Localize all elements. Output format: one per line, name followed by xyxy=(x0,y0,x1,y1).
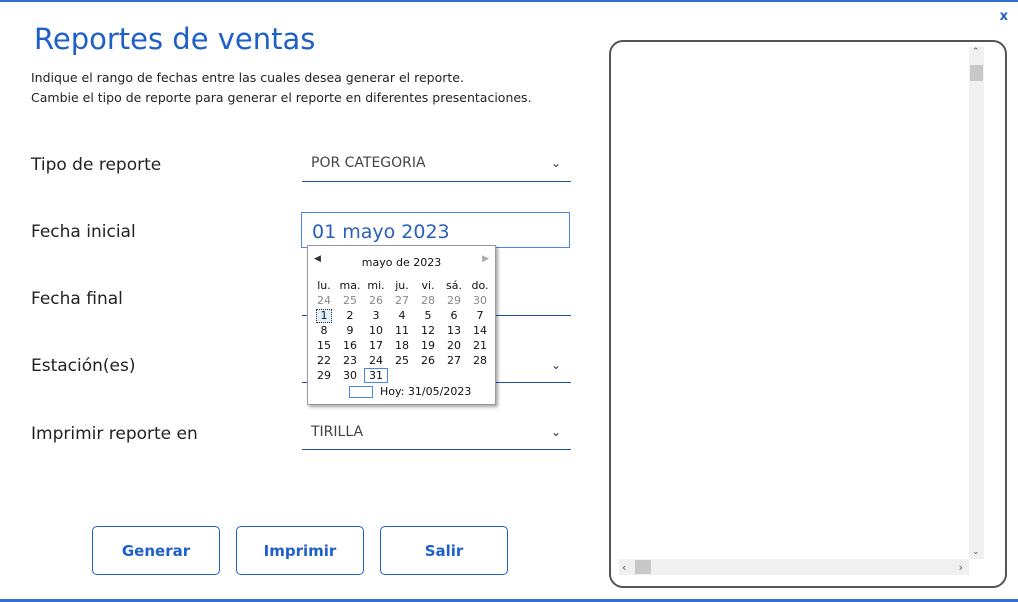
chevron-down-icon: ⌄ xyxy=(550,156,561,170)
weekday-label: ma. xyxy=(339,279,361,292)
calendar-week: 22 23 24 25 26 27 28 xyxy=(311,353,493,368)
calendar-day[interactable]: 5 xyxy=(415,308,441,323)
calendar-day[interactable]: 6 xyxy=(441,308,467,323)
calendar-day[interactable]: 8 xyxy=(311,323,337,338)
fecha-final-label: Fecha final xyxy=(31,289,123,309)
calendar-day[interactable]: 29 xyxy=(441,293,467,308)
calendar-day[interactable]: 28 xyxy=(415,293,441,308)
calendar-day-today[interactable]: 31 xyxy=(363,368,389,383)
calendar-day[interactable]: 3 xyxy=(363,308,389,323)
calendar-grid: lu. ma. mi. ju. vi. sá. do. 24 25 26 27 … xyxy=(311,278,493,383)
calendar-day[interactable]: 18 xyxy=(389,338,415,353)
fecha-inicial-label: Fecha inicial xyxy=(31,222,136,242)
calendar-day[interactable]: 15 xyxy=(311,338,337,353)
weekday-label: sá. xyxy=(446,279,462,292)
calendar-day[interactable]: 27 xyxy=(389,293,415,308)
chevron-down-icon: ⌄ xyxy=(550,425,561,439)
scroll-left-icon[interactable]: ‹ xyxy=(622,561,626,574)
chevron-down-icon: ⌄ xyxy=(550,358,561,372)
calendar-day-selected[interactable]: 1 xyxy=(311,308,337,323)
top-border xyxy=(0,0,1018,2)
calendar-day[interactable]: 2 xyxy=(337,308,363,323)
tipo-reporte-label: Tipo de reporte xyxy=(31,155,162,175)
weekday-label: vi. xyxy=(421,279,435,292)
estacion-label: Estación(es) xyxy=(31,356,136,376)
calendar-day[interactable]: 30 xyxy=(337,368,363,383)
today-marker-icon xyxy=(349,385,373,398)
calendar-day[interactable]: 27 xyxy=(441,353,467,368)
report-preview-panel xyxy=(609,40,1007,588)
calendar-month-label: mayo de 2023 xyxy=(361,256,442,269)
horizontal-scrollbar[interactable]: ‹ › xyxy=(619,559,969,575)
weekday-label: mi. xyxy=(367,279,385,292)
fecha-inicial-input[interactable]: 01 mayo 2023 xyxy=(301,212,570,248)
calendar-day[interactable]: 9 xyxy=(337,323,363,338)
calendar-day[interactable]: 22 xyxy=(311,353,337,368)
calendar-day[interactable]: 13 xyxy=(441,323,467,338)
calendar-day[interactable]: 25 xyxy=(389,353,415,368)
calendar-day[interactable]: 29 xyxy=(311,368,337,383)
imprimir-value: TIRILLA xyxy=(311,424,364,440)
calendar-weekday-row: lu. ma. mi. ju. vi. sá. do. xyxy=(311,278,493,293)
fecha-inicial-value: 01 mayo 2023 xyxy=(312,221,450,243)
calendar-day[interactable]: 17 xyxy=(363,338,389,353)
calendar-week: 8 9 10 11 12 13 14 xyxy=(311,323,493,338)
calendar-day[interactable]: 26 xyxy=(363,293,389,308)
calendar-day xyxy=(389,368,415,383)
page-title: Reportes de ventas xyxy=(34,22,316,56)
calendar-day[interactable]: 4 xyxy=(389,308,415,323)
calendar-day[interactable]: 7 xyxy=(467,308,493,323)
calendar-week: 1 2 3 4 5 6 7 xyxy=(311,308,493,323)
calendar-day[interactable]: 11 xyxy=(389,323,415,338)
calendar-day[interactable]: 28 xyxy=(467,353,493,368)
horizontal-scroll-thumb[interactable] xyxy=(635,560,651,574)
calendar-today-link[interactable]: Hoy: 31/05/2023 xyxy=(349,385,471,398)
calendar-day xyxy=(467,368,493,383)
scroll-right-icon[interactable]: › xyxy=(959,561,963,574)
tipo-reporte-select[interactable]: POR CATEGORIA ⌄ xyxy=(302,150,571,182)
imprimir-button[interactable]: Imprimir xyxy=(236,526,364,575)
calendar-day[interactable]: 14 xyxy=(467,323,493,338)
calendar-day[interactable]: 30 xyxy=(467,293,493,308)
calendar-day[interactable]: 26 xyxy=(415,353,441,368)
scroll-up-icon[interactable]: ⌃ xyxy=(972,47,980,57)
calendar-day[interactable]: 19 xyxy=(415,338,441,353)
calendar-day[interactable]: 20 xyxy=(441,338,467,353)
weekday-label: do. xyxy=(471,279,489,292)
vertical-scrollbar[interactable]: ⌃ ⌄ xyxy=(969,47,984,559)
calendar-today-label: Hoy: 31/05/2023 xyxy=(380,385,472,398)
instruction-text-1: Indique el rango de fechas entre las cua… xyxy=(31,70,464,85)
calendar-week: 15 16 17 18 19 20 21 xyxy=(311,338,493,353)
calendar-day[interactable]: 24 xyxy=(311,293,337,308)
vertical-scroll-thumb[interactable] xyxy=(970,65,983,81)
calendar-day[interactable]: 24 xyxy=(363,353,389,368)
imprimir-select[interactable]: TIRILLA ⌄ xyxy=(302,419,571,450)
weekday-label: lu. xyxy=(317,279,331,292)
salir-button[interactable]: Salir xyxy=(380,526,508,575)
calendar-day[interactable]: 16 xyxy=(337,338,363,353)
calendar-day xyxy=(441,368,467,383)
close-button[interactable]: x xyxy=(1000,9,1008,24)
instruction-text-2: Cambie el tipo de reporte para generar e… xyxy=(31,90,532,105)
calendar-day[interactable]: 25 xyxy=(337,293,363,308)
tipo-reporte-value: POR CATEGORIA xyxy=(311,155,426,171)
calendar-week: 24 25 26 27 28 29 30 xyxy=(311,293,493,308)
calendar-popup: ◀ mayo de 2023 ▶ lu. ma. mi. ju. vi. sá.… xyxy=(307,245,496,405)
calendar-day[interactable]: 21 xyxy=(467,338,493,353)
generar-button[interactable]: Generar xyxy=(92,526,220,575)
weekday-label: ju. xyxy=(395,279,409,292)
calendar-day[interactable]: 12 xyxy=(415,323,441,338)
calendar-day[interactable]: 23 xyxy=(337,353,363,368)
calendar-day[interactable]: 10 xyxy=(363,323,389,338)
scroll-down-icon[interactable]: ⌄ xyxy=(972,547,980,557)
imprimir-label: Imprimir reporte en xyxy=(31,424,198,444)
calendar-week: 29 30 31 xyxy=(311,368,493,383)
calendar-next-icon[interactable]: ▶ xyxy=(482,254,489,264)
calendar-day xyxy=(415,368,441,383)
